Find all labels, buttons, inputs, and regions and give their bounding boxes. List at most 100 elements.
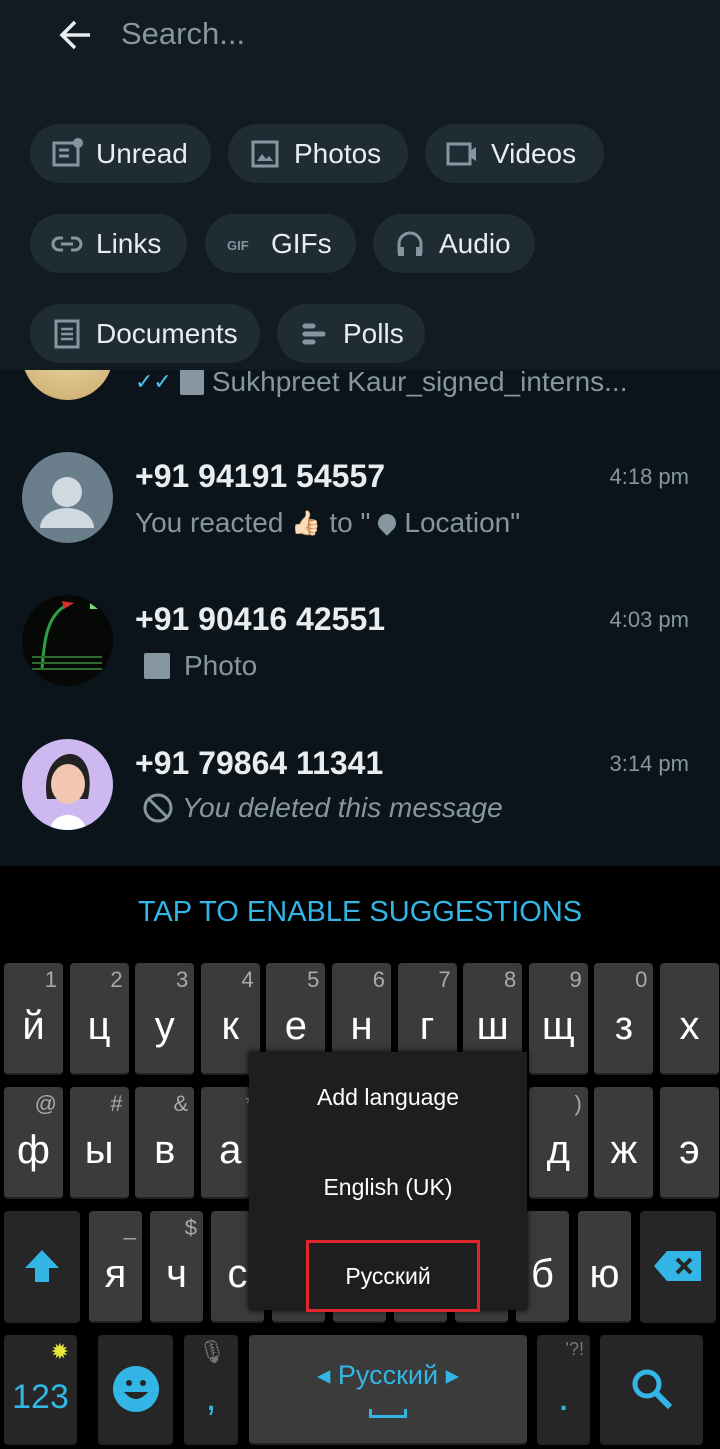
language-popup: Add language English (UK) Русский — [249, 1052, 527, 1312]
enable-suggestions-button[interactable]: TAP TO ENABLE SUGGESTIONS — [0, 896, 720, 929]
chat-row[interactable]: +91 94191 54557 4:18 pm You reacted 👍🏻 to … — [0, 450, 720, 550]
key-hint: 9 — [569, 967, 582, 992]
default-avatar-icon — [40, 477, 94, 528]
back-arrow-icon[interactable] — [58, 18, 94, 52]
photo-icon — [144, 653, 170, 679]
chat-time: 4:03 pm — [609, 607, 690, 632]
add-language-option[interactable]: Add language — [249, 1084, 527, 1111]
letter-key[interactable]: 2ц — [69, 963, 129, 1075]
letter-key[interactable]: _ я — [89, 1211, 142, 1323]
key-letter: з — [614, 1003, 634, 1048]
letter-key[interactable]: 0з — [594, 963, 654, 1075]
key-hint: 4 — [241, 967, 254, 992]
location-pin-icon — [374, 510, 401, 536]
filter-label: GIFs — [271, 227, 332, 259]
key-letter: к — [221, 1003, 240, 1048]
shift-arrow-icon — [25, 1250, 59, 1282]
filter-links[interactable]: Links — [30, 214, 187, 273]
key-hint: _ — [123, 1215, 136, 1240]
key-hint: 1 — [44, 967, 57, 992]
chat-name: +91 79864 11341 — [135, 745, 384, 781]
key-letter: ц — [87, 1003, 111, 1048]
letter-key[interactable]: & в — [135, 1087, 195, 1199]
chat-name: +91 90416 42551 — [135, 601, 386, 637]
filter-gifs[interactable]: GIF GIFs — [205, 214, 356, 273]
letter-key[interactable]: 3у — [135, 963, 195, 1075]
svg-text:GIF: GIF — [227, 238, 249, 253]
headphones-icon — [397, 231, 423, 256]
thumbs-up-emoji: 👍🏻 — [291, 509, 322, 537]
filter-polls[interactable]: Polls — [277, 304, 425, 363]
emoji-key[interactable] — [98, 1335, 173, 1445]
key-letter: щ — [541, 1003, 575, 1048]
chat-preview: Photo — [144, 650, 257, 682]
key-letter: й — [22, 1003, 45, 1048]
filter-videos[interactable]: Videos — [425, 124, 604, 183]
filter-label: Polls — [343, 317, 404, 349]
filter-audio[interactable]: Audio — [373, 214, 535, 273]
letter-key[interactable]: ) д — [528, 1087, 588, 1199]
filter-label: Videos — [491, 137, 577, 169]
filter-label: Photos — [294, 137, 382, 169]
key-hint: $ — [184, 1215, 197, 1240]
chat-row[interactable]: +91 90416 42551 4:03 pm Photo — [0, 593, 720, 693]
russian-option[interactable]: Русский — [249, 1263, 527, 1290]
letter-key[interactable]: э — [660, 1087, 719, 1199]
numbers-key[interactable]: ✹ 123 — [4, 1335, 77, 1445]
chat-preview: You reacted 👍🏻 to " Location" — [135, 507, 521, 538]
chat-row[interactable]: +91 79864 11341 3:14 pm You deleted this… — [0, 737, 720, 837]
filter-label: Audio — [439, 227, 511, 259]
blocked-icon — [143, 793, 173, 823]
key-letter: э — [679, 1127, 700, 1172]
letter-key[interactable]: # ы — [69, 1087, 129, 1199]
letter-key[interactable]: 9щ — [528, 963, 588, 1075]
chat-name: +91 94191 54557 — [135, 458, 386, 494]
key-letter: ш — [476, 1003, 509, 1048]
letter-key[interactable]: ж — [594, 1087, 654, 1199]
filter-documents[interactable]: Documents — [30, 304, 260, 363]
letter-key[interactable]: х — [660, 963, 719, 1075]
period-key[interactable]: '?!. — [537, 1335, 590, 1445]
letter-key[interactable]: ю — [578, 1211, 631, 1323]
letter-key[interactable]: @ ф — [4, 1087, 63, 1199]
key-letter: г — [419, 1003, 435, 1048]
space-key[interactable]: ◂ Русский ▸ — [249, 1335, 527, 1445]
unread-icon — [52, 137, 83, 166]
chat-preview: You deleted this message — [142, 792, 503, 824]
key-hint: 3 — [175, 967, 189, 992]
key-letter: ч — [166, 1251, 187, 1296]
shift-key[interactable] — [4, 1211, 80, 1323]
search-input[interactable]: Search... — [121, 16, 245, 52]
key-hint: 5 — [307, 967, 320, 992]
filter-unread[interactable]: Unread — [30, 124, 211, 183]
key-letter: д — [546, 1127, 570, 1172]
filter-label: Links — [96, 227, 162, 259]
comma-key[interactable]: 🎙, — [184, 1335, 238, 1445]
search-key[interactable] — [600, 1335, 703, 1445]
key-letter: у — [154, 1003, 175, 1048]
filter-label: Unread — [96, 137, 188, 169]
link-icon — [51, 236, 83, 251]
filter-photos[interactable]: Photos — [228, 124, 408, 183]
backspace-key[interactable] — [640, 1211, 716, 1323]
key-letter: ф — [17, 1127, 50, 1172]
key-hint: @ — [34, 1091, 57, 1116]
key-hint: 2 — [110, 967, 123, 992]
key-letter: с — [227, 1251, 248, 1296]
settings-gear-icon: ✹ — [50, 1339, 69, 1364]
microphone-icon: 🎙 — [198, 1339, 226, 1364]
filter-label: Documents — [96, 317, 238, 349]
key-letter: ы — [84, 1127, 114, 1172]
letter-key[interactable]: $ ч — [150, 1211, 203, 1323]
key-letter: б — [531, 1251, 554, 1296]
key-letter: я — [104, 1251, 127, 1296]
letter-key[interactable]: 1й — [4, 963, 63, 1075]
search-icon — [632, 1369, 672, 1410]
key-letter: ж — [610, 1127, 638, 1172]
gif-icon: GIF — [227, 238, 249, 253]
key-letter: н — [350, 1003, 373, 1048]
key-hint: 6 — [372, 967, 385, 992]
document-icon — [179, 369, 204, 395]
key-hint: # — [110, 1091, 123, 1116]
english-uk-option[interactable]: English (UK) — [249, 1174, 527, 1201]
